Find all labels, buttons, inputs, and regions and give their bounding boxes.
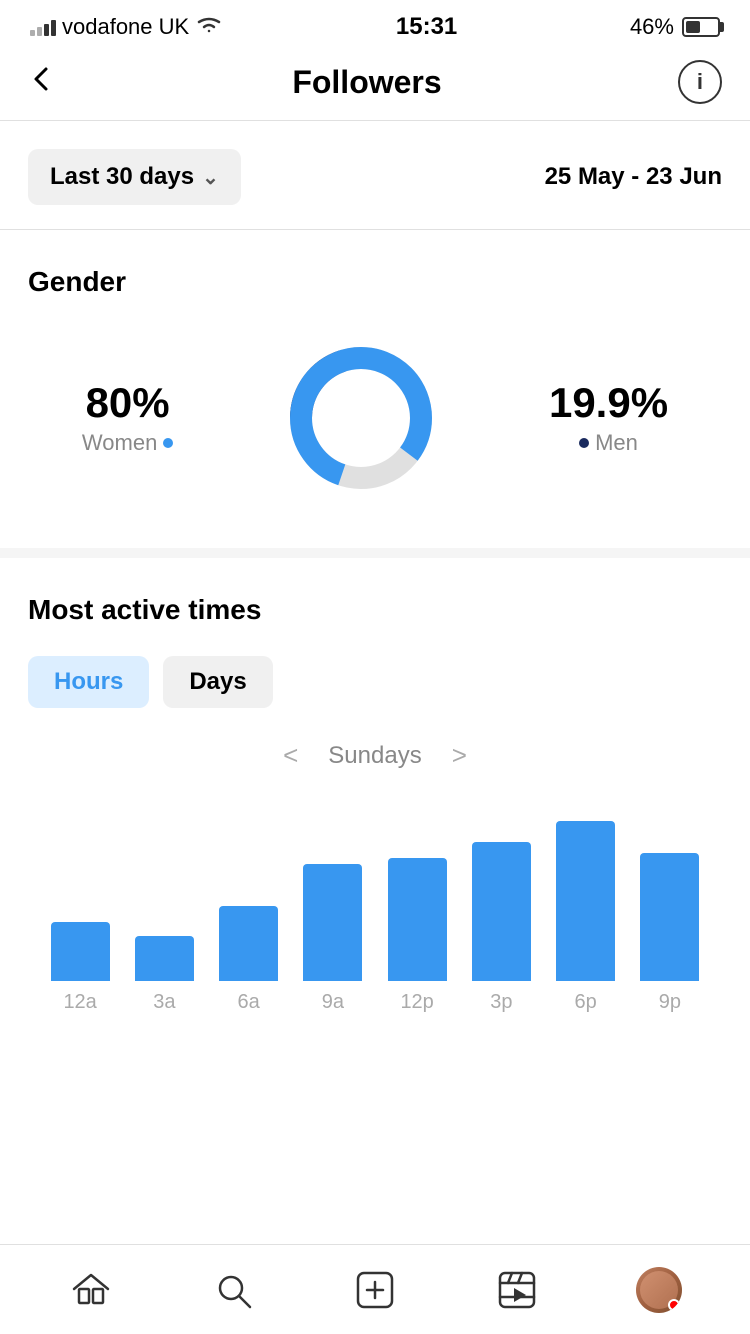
gender-section: Gender 80% Women [0,230,750,548]
notification-dot [668,1299,680,1311]
bar-col [291,864,375,981]
bar-labels: 12a3a6a9a12p3p6p9p [38,991,712,1014]
active-times-section: Most active times Hours Days < Sundays >… [0,558,750,1034]
women-stat: 80% Women [82,380,173,456]
bar-col [375,858,459,981]
bar-time-label: 6p [544,991,628,1014]
bar-time-label: 12p [375,991,459,1014]
search-icon [212,1269,254,1311]
tab-row: Hours Days [28,656,722,708]
status-left: vodafone UK [30,13,223,41]
home-icon [70,1269,112,1311]
bar [640,853,699,981]
bar [472,842,531,981]
bar-col [38,922,122,981]
bars-container [38,801,712,981]
bar-time-label: 9a [291,991,375,1014]
nav-reels[interactable] [482,1260,552,1320]
back-button[interactable] [28,65,56,99]
bottom-nav [0,1244,750,1334]
battery-icon [682,17,720,37]
bar [51,922,110,981]
bar-col [628,853,712,981]
status-bar: vodafone UK 15:31 46% [0,0,750,50]
bar-chart: 12a3a6a9a12p3p6p9p [28,801,722,1014]
period-dropdown[interactable]: Last 30 days ⌄ [28,149,241,205]
info-button[interactable]: i [678,60,722,104]
header: Followers i [0,50,750,121]
section-divider [0,548,750,558]
women-label: Women [82,430,173,456]
bar-col [122,936,206,981]
men-percent: 19.9% [549,380,668,426]
reels-icon [496,1269,538,1311]
tab-days[interactable]: Days [163,656,272,708]
active-times-title: Most active times [28,594,722,626]
bar-col [544,821,628,981]
day-nav: < Sundays > [28,740,722,771]
bar-col [459,842,543,981]
gender-title: Gender [28,266,722,298]
signal-icon [30,18,56,36]
men-dot [579,438,589,448]
current-day-label: Sundays [328,742,421,770]
wifi-icon [195,13,223,41]
next-day-button[interactable]: > [452,740,467,771]
date-range-label: 25 May - 23 Jun [545,163,722,191]
bar [388,858,447,981]
carrier-label: vodafone UK [62,14,189,40]
bar [556,821,615,981]
women-percent: 80% [82,380,173,426]
profile-avatar [636,1267,682,1313]
tab-hours[interactable]: Hours [28,656,149,708]
bar [303,864,362,981]
bar-col [207,906,291,981]
chevron-down-icon: ⌄ [202,165,219,190]
men-label: Men [549,430,668,456]
bar-time-label: 12a [38,991,122,1014]
bar [219,906,278,981]
battery-percent: 46% [630,14,674,40]
bar-time-label: 3p [459,991,543,1014]
gender-donut-chart [281,338,441,498]
bar-time-label: 9p [628,991,712,1014]
nav-search[interactable] [198,1260,268,1320]
women-dot [163,438,173,448]
prev-day-button[interactable]: < [283,740,298,771]
nav-add[interactable] [340,1260,410,1320]
status-right: 46% [630,14,720,40]
bar-time-label: 3a [122,991,206,1014]
bar [135,936,194,981]
page-title: Followers [292,64,441,101]
nav-home[interactable] [56,1260,126,1320]
men-stat: 19.9% Men [549,380,668,456]
nav-profile[interactable] [624,1260,694,1320]
bar-time-label: 6a [207,991,291,1014]
clock: 15:31 [396,13,457,41]
date-filter-row: Last 30 days ⌄ 25 May - 23 Jun [0,121,750,230]
plus-square-icon [354,1269,396,1311]
gender-content: 80% Women [28,328,722,518]
